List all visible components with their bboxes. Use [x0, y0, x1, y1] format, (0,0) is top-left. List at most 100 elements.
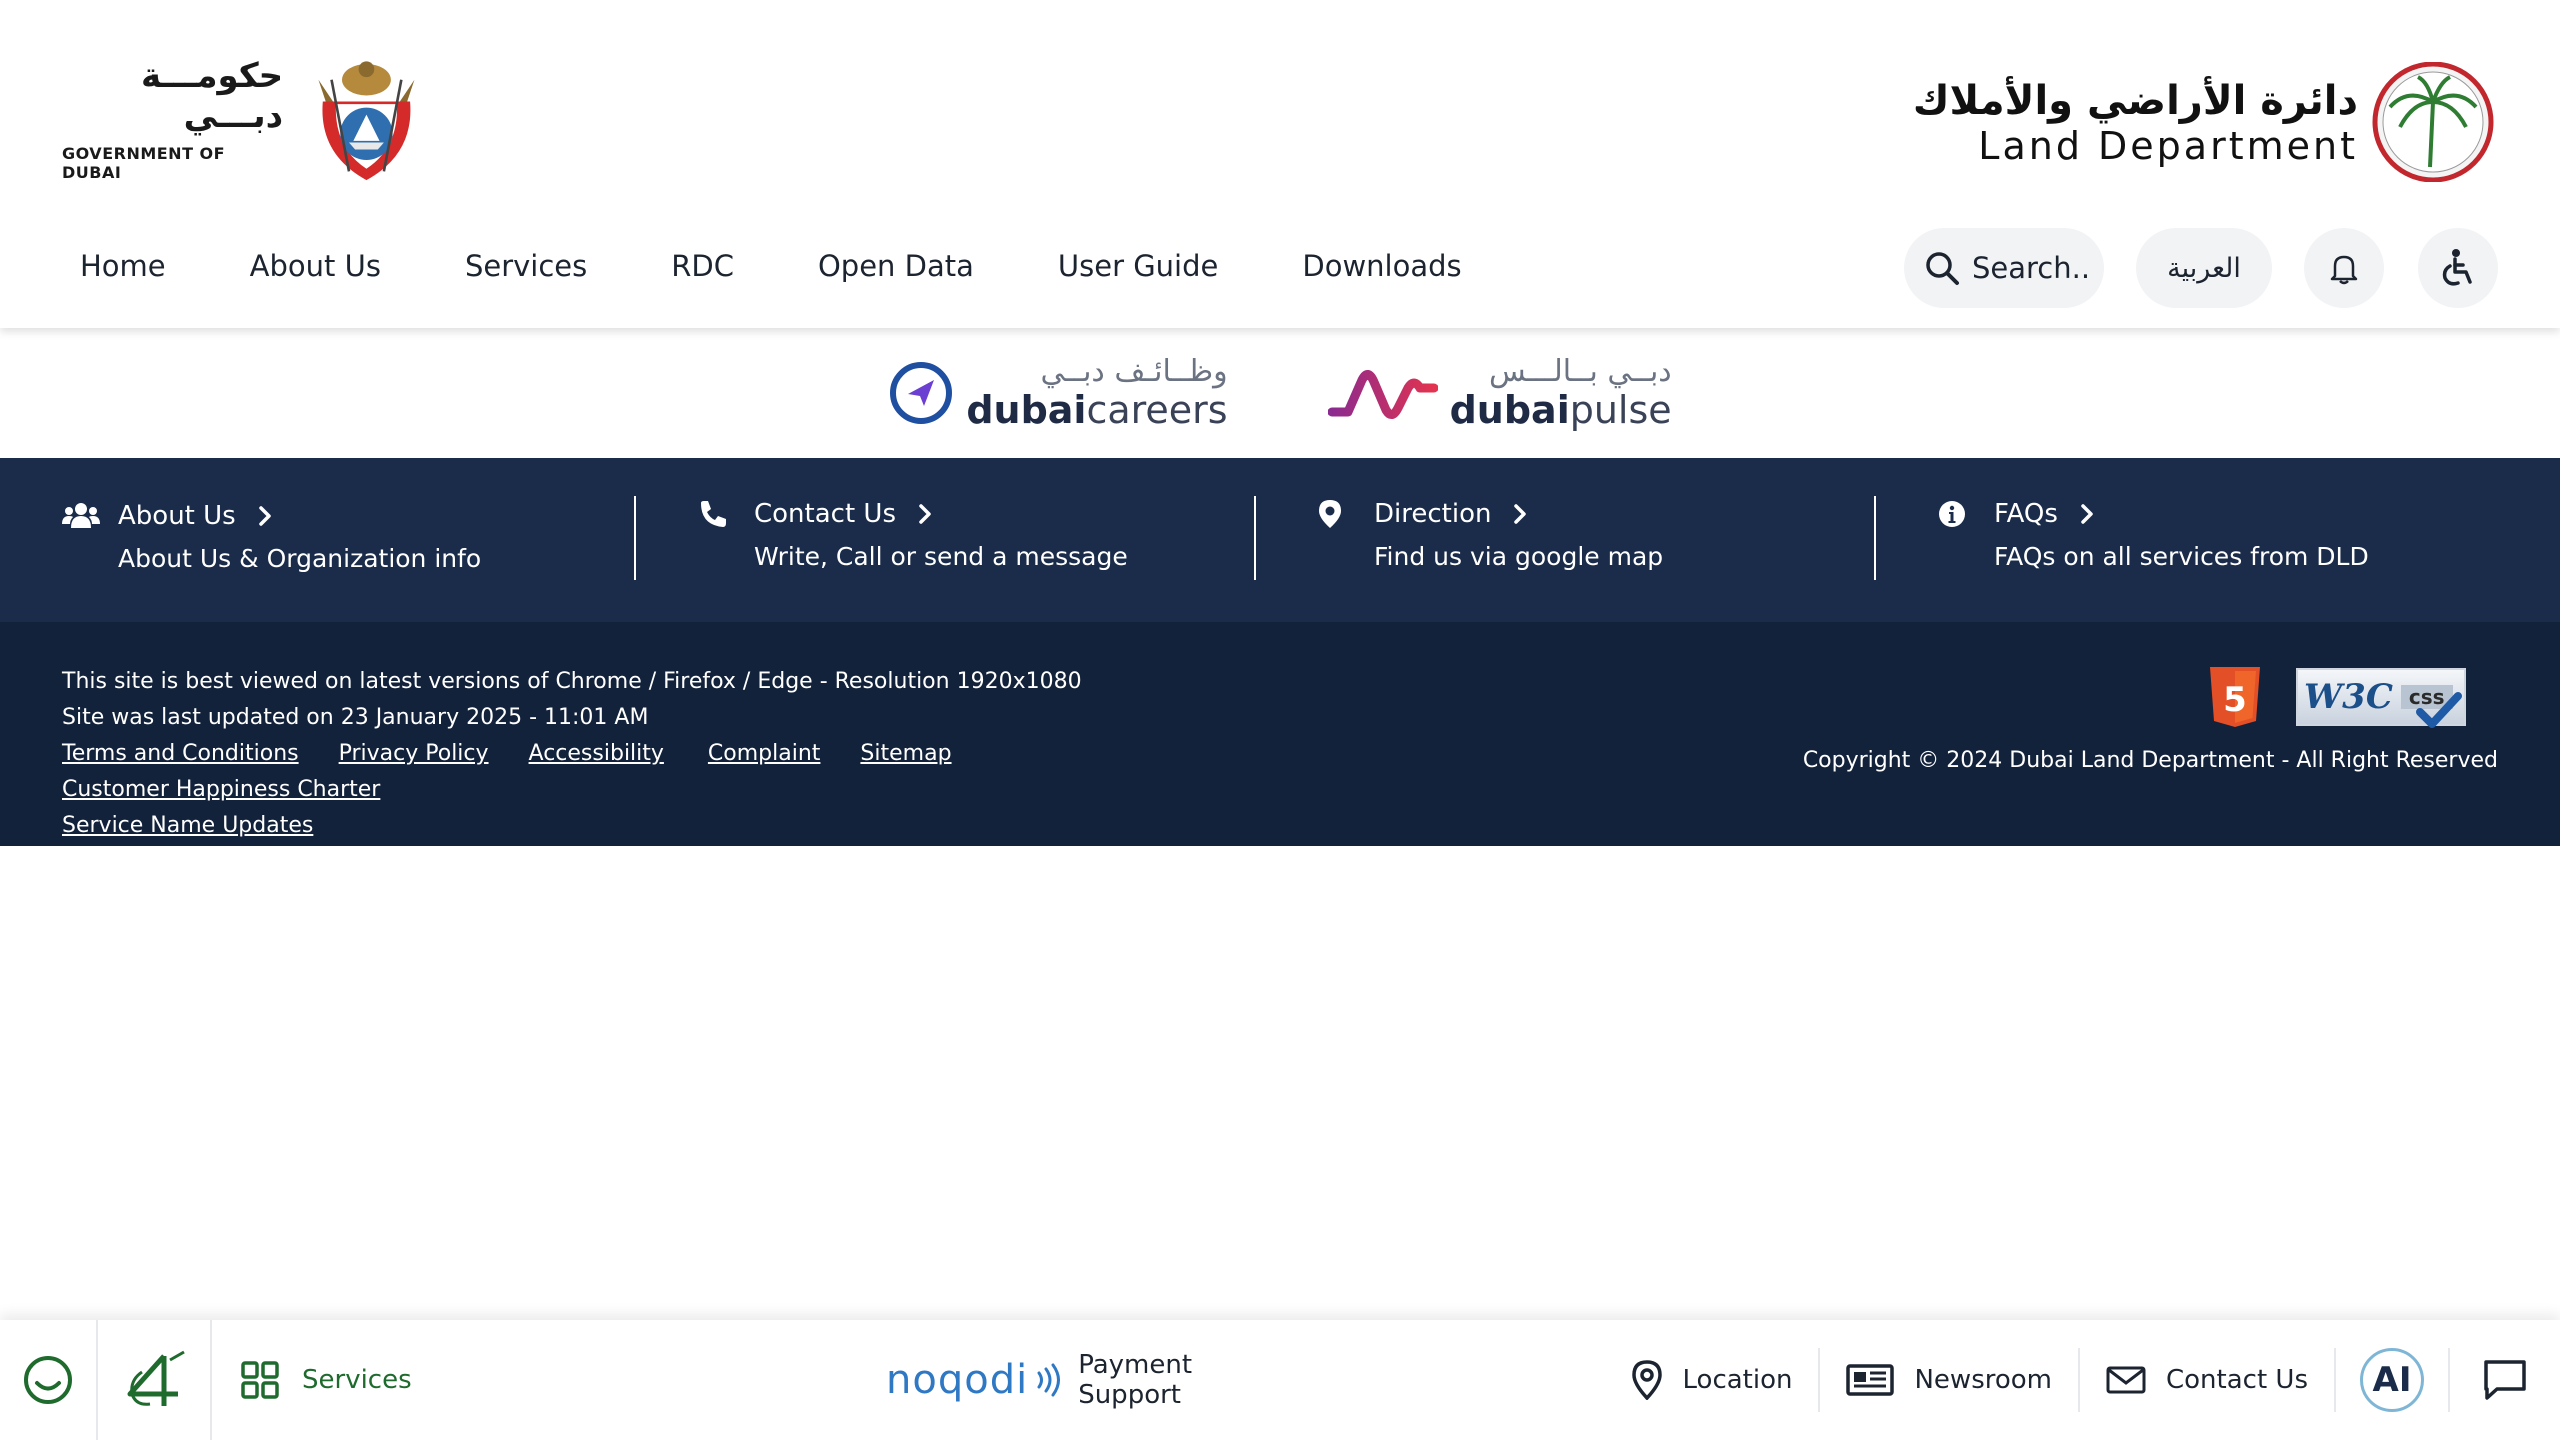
nav-about-us[interactable]: About Us — [232, 249, 399, 283]
accessibility-button[interactable] — [2418, 228, 2498, 308]
quicklink-contact-us-subtitle: Write, Call or send a message — [754, 542, 1128, 571]
services-menu-label: Services — [302, 1365, 412, 1395]
footer-link-privacy[interactable]: Privacy Policy — [339, 736, 489, 772]
chat-button[interactable] — [2450, 1348, 2560, 1412]
newsroom-button[interactable]: Newsroom — [1820, 1348, 2080, 1412]
html5-badge-icon[interactable]: 5 — [2206, 665, 2264, 729]
dubai-careers-brand-bold: dubai — [966, 388, 1087, 432]
w3c-css-badge[interactable]: W3C css — [2296, 668, 2466, 728]
gov-logo-english: GOVERNMENT OF DUBAI — [62, 144, 226, 182]
chevron-right-icon — [2081, 504, 2093, 524]
dubai-careers-arabic: وظــائـف دبــي — [1040, 354, 1228, 389]
footer-link-complaint[interactable]: Complaint — [708, 736, 821, 772]
support-label: Support — [1078, 1380, 1181, 1410]
main-navigation: Home About Us Services RDC Open Data Use… — [62, 240, 1528, 292]
dubai-emblem-icon — [318, 61, 415, 181]
chevron-right-icon — [919, 504, 931, 524]
footer-link-happiness-charter[interactable]: Customer Happiness Charter — [62, 772, 380, 808]
w3c-badge-label: W3C — [2304, 677, 2393, 717]
info-icon — [1939, 501, 1965, 527]
quicklink-direction[interactable]: Direction Find us via google map — [1254, 496, 1874, 580]
location-button[interactable]: Location — [1605, 1348, 1821, 1412]
language-toggle[interactable]: العربية — [2136, 228, 2272, 308]
validation-badges: 5 W3C css — [2206, 664, 2466, 730]
chevron-right-icon — [1514, 504, 1527, 524]
nav-user-guide[interactable]: User Guide — [1040, 249, 1236, 283]
quicklink-faqs[interactable]: FAQs FAQs on all services from DLD — [1874, 496, 2494, 580]
copyright-notice: Copyright © 2024 Dubai Land Department -… — [1802, 748, 2498, 773]
quicklink-faqs-title: FAQs — [1994, 499, 2058, 529]
contact-us-button[interactable]: Contact Us — [2080, 1348, 2336, 1412]
dubai-pulse-logo[interactable]: دبــي بــالـــس dubaipulse — [1327, 354, 1672, 432]
quicklink-about-us-title: About Us — [118, 501, 236, 531]
dubai-pulse-brand-rest: pulse — [1569, 388, 1672, 432]
ai-assistant-button[interactable]: AI — [2336, 1348, 2450, 1412]
dld-logo-text: دائرة الأراضي والأملاك Land Department — [1913, 77, 2358, 167]
newsroom-label: Newsroom — [1914, 1365, 2052, 1395]
footer-link-sitemap[interactable]: Sitemap — [860, 736, 951, 772]
quicklink-faqs-subtitle: FAQs on all services from DLD — [1994, 542, 2369, 571]
happiness-meter-button[interactable] — [0, 1320, 98, 1440]
nav-downloads[interactable]: Downloads — [1284, 249, 1479, 283]
footer-link-terms[interactable]: Terms and Conditions — [62, 736, 299, 772]
pulse-wave-icon — [1327, 370, 1438, 419]
nav-services[interactable]: Services — [447, 249, 605, 283]
gov-logo-text: حكومـــة دبـــي GOVERNMENT OF DUBAI — [62, 56, 283, 182]
quicklink-about-us-subtitle: About Us & Organization info — [118, 544, 482, 573]
services-menu-button[interactable]: Services — [240, 1360, 412, 1400]
dld-logo-english: Land Department — [1978, 124, 2358, 168]
partner-logos: وظــائـف دبــي dubaicareers دبــي بــالـ… — [0, 328, 2560, 458]
paper-plane-icon — [890, 362, 953, 424]
chevron-right-icon — [258, 506, 271, 526]
government-of-dubai-logo[interactable]: حكومـــة دبـــي GOVERNMENT OF DUBAI — [62, 44, 432, 194]
footer-link-accessibility[interactable]: Accessibility — [529, 736, 664, 772]
dubai-careers-brand-rest: careers — [1086, 388, 1228, 432]
ai-assistant-badge: AI — [2360, 1348, 2424, 1412]
users-icon — [62, 503, 100, 528]
site-footer: This site is best viewed on latest versi… — [0, 622, 2560, 846]
dubai-careers-logo[interactable]: وظــائـف دبــي dubaicareers — [888, 354, 1228, 432]
noqodi-logo: noqodi — [886, 1357, 1029, 1403]
payment-label: Payment — [1078, 1350, 1193, 1380]
nav-open-data[interactable]: Open Data — [800, 249, 992, 283]
bottom-toolbar: Services noqodi Payment Support Location — [0, 1320, 2560, 1440]
map-pin-icon — [1319, 500, 1341, 528]
grid-icon — [241, 1361, 279, 1399]
phone-icon — [701, 501, 726, 527]
dubai-four-logo-icon — [127, 1350, 185, 1406]
land-department-logo[interactable]: دائرة الأراضي والأملاك Land Department — [1913, 62, 2498, 182]
contactless-icon — [1037, 1363, 1061, 1397]
palm-tree-logo-icon — [2372, 62, 2494, 182]
noqodi-payment-support[interactable]: noqodi Payment Support — [886, 1320, 1192, 1440]
search-label: Search.. — [1972, 251, 2091, 285]
quicklink-about-us[interactable]: About Us About Us & Organization info — [0, 458, 634, 622]
footer-link-service-name-updates[interactable]: Service Name Updates — [62, 808, 313, 844]
bell-icon — [2330, 255, 2358, 285]
search-button[interactable]: Search.. — [1904, 228, 2104, 308]
gov-logo-arabic: حكومـــة دبـــي — [140, 56, 284, 136]
mail-icon — [2106, 1366, 2146, 1394]
footer-links: Terms and Conditions Privacy Policy Acce… — [62, 736, 1262, 808]
contact-us-label: Contact Us — [2166, 1365, 2308, 1395]
nav-home[interactable]: Home — [62, 249, 184, 283]
bottom-toolbar-right: Location Newsroom Contact Us AI — [1605, 1320, 2560, 1440]
quicklink-contact-us[interactable]: Contact Us Write, Call or send a message — [634, 496, 1254, 580]
footer-info: This site is best viewed on latest versi… — [62, 664, 1262, 844]
quicklink-contact-us-title: Contact Us — [754, 499, 896, 529]
location-label: Location — [1682, 1365, 1793, 1395]
dubai-pulse-brand-bold: dubai — [1449, 388, 1570, 432]
dubai-4-button[interactable] — [98, 1320, 212, 1440]
search-icon — [1926, 252, 1959, 285]
dubai-pulse-arabic: دبــي بــالـــس — [1489, 354, 1672, 389]
footer-right: 5 W3C css Copyright © 2024 Dubai Land De… — [1803, 664, 2498, 773]
dld-logo-arabic: دائرة الأراضي والأملاك — [1912, 78, 2358, 124]
best-viewed-note: This site is best viewed on latest versi… — [62, 669, 1082, 694]
smiley-icon — [24, 1356, 72, 1404]
site-header: حكومـــة دبـــي GOVERNMENT OF DUBAI دائر… — [0, 0, 2560, 328]
header-tools: Search.. العربية — [1904, 228, 2498, 308]
newspaper-icon — [1846, 1364, 1895, 1396]
wheelchair-icon — [2442, 249, 2472, 286]
last-updated-note: Site was last updated on 23 January 2025… — [62, 705, 649, 730]
notifications-button[interactable] — [2304, 228, 2384, 308]
nav-rdc[interactable]: RDC — [653, 249, 752, 283]
